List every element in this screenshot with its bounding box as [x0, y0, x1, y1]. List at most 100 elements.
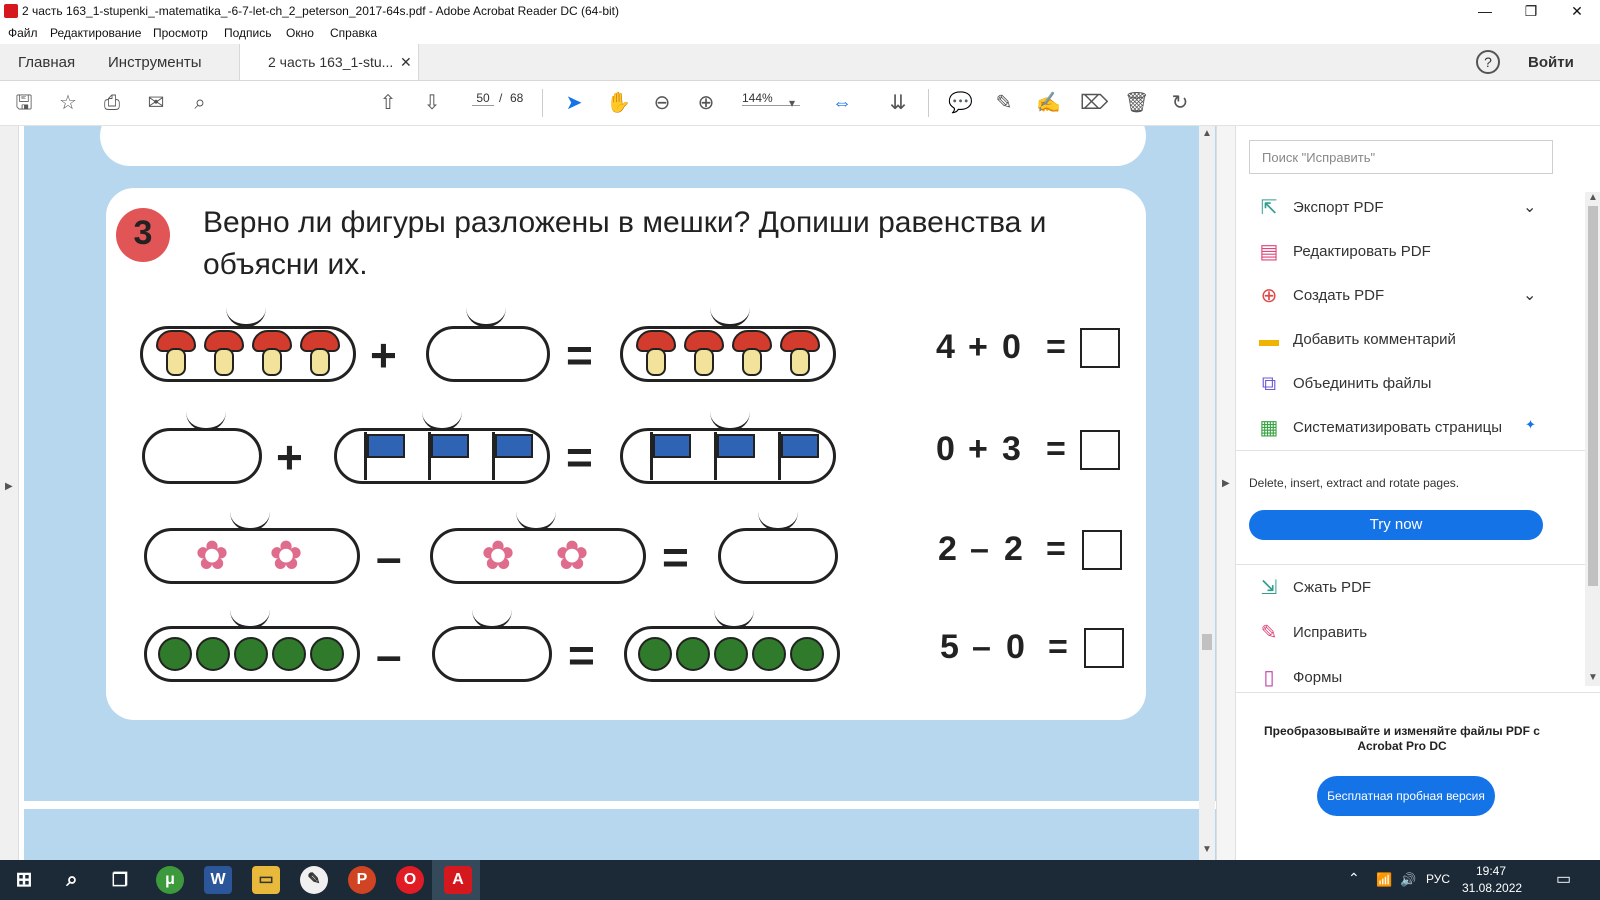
acrobat-icon[interactable]: A — [444, 866, 472, 894]
star-icon[interactable]: ☆ — [56, 91, 80, 115]
tab-tools[interactable]: Инструменты — [108, 54, 202, 71]
expand-left-icon[interactable]: ▶ — [5, 481, 13, 492]
tools-scrollbar[interactable]: ▲ ▼ — [1585, 192, 1600, 686]
sign-icon[interactable]: ✍ — [1036, 91, 1061, 115]
flower-icon: ✿ — [195, 534, 229, 578]
mushroom — [204, 330, 244, 380]
save-icon[interactable]: 🖫 — [12, 91, 36, 115]
help-icon[interactable]: ? — [1476, 50, 1500, 74]
print-icon[interactable]: ⎙ — [100, 91, 124, 115]
scroll-thumb[interactable] — [1202, 634, 1212, 650]
tab-document[interactable]: 2 часть 163_1-stu... ✕ — [239, 44, 419, 80]
delete-icon[interactable]: 🗑 — [1124, 91, 1149, 115]
bag-empty — [142, 428, 262, 484]
hand-tool-icon[interactable]: ✋ — [606, 91, 631, 115]
tool-label: Создать PDF — [1293, 287, 1385, 304]
edit-text-icon[interactable]: ⌦ — [1080, 91, 1108, 115]
left-panel-toggle[interactable]: ▶ — [0, 126, 19, 860]
answer-box — [1084, 628, 1124, 668]
free-trial-button[interactable]: Бесплатная пробная версия — [1317, 776, 1495, 816]
maximize-button[interactable]: ❐ — [1508, 0, 1554, 24]
tool-label: Объединить файлы — [1293, 375, 1432, 392]
volume-icon[interactable]: 🔊 — [1400, 872, 1416, 888]
search-icon[interactable]: ⌕ — [58, 866, 86, 894]
rotate-icon[interactable]: ↻ — [1168, 91, 1192, 115]
task-text: Верно ли фигуры разложены в мешки? Допиш… — [203, 206, 1047, 281]
paint-icon[interactable]: ✎ — [300, 866, 328, 894]
menu-help[interactable]: Справка — [330, 26, 377, 40]
menu-file[interactable]: Файл — [8, 26, 38, 40]
comment-icon[interactable]: 💬 — [948, 91, 973, 115]
file-explorer-icon[interactable]: ▭ — [252, 866, 280, 894]
tool-label: Добавить комментарий — [1293, 331, 1456, 348]
page-up-icon[interactable]: ⇧ — [376, 91, 400, 115]
tool-label: Исправить — [1293, 624, 1368, 641]
scroll-up-icon[interactable]: ▲ — [1202, 128, 1212, 139]
word-icon[interactable]: W — [204, 866, 232, 894]
task-view-icon[interactable]: ❐ — [106, 866, 134, 894]
fit-page-icon[interactable]: ⇔ — [830, 91, 854, 115]
search-zoom-icon[interactable]: ⌕ — [188, 91, 212, 115]
mail-icon[interactable]: ✉ — [144, 91, 168, 115]
select-cursor-icon[interactable]: ➤ — [562, 91, 586, 115]
tab-document-label: 2 часть 163_1-stu... — [268, 54, 394, 70]
document-scrollbar[interactable]: ▲ ▼ — [1199, 126, 1215, 860]
windows-start-icon[interactable]: ⊞ — [10, 866, 38, 894]
equation-right: 0 — [1006, 628, 1025, 666]
edit-pdf-icon: ▤ — [1259, 241, 1279, 263]
chevron-down-icon[interactable]: ⌄ — [1523, 197, 1536, 217]
network-icon[interactable]: 📶 — [1376, 872, 1392, 888]
powerpoint-icon[interactable]: P — [348, 866, 376, 894]
signin-button[interactable]: Войти — [1528, 54, 1574, 71]
menu-edit[interactable]: Редактирование — [50, 26, 141, 40]
flag — [712, 432, 758, 480]
menu-sign[interactable]: Подпись — [224, 26, 272, 40]
language-indicator[interactable]: РУС — [1426, 872, 1450, 886]
fix-icon: ✎ — [1260, 622, 1278, 644]
ball — [310, 637, 344, 671]
title-bar: 2 часть 163_1-stupenki_-matematika_-6-7-… — [0, 0, 1600, 24]
tab-bar: Главная Инструменты 2 часть 163_1-stu...… — [0, 44, 1600, 81]
ball — [234, 637, 268, 671]
clock-date[interactable]: 31.08.2022 — [1462, 881, 1522, 895]
search-input[interactable]: Поиск "Исправить" — [1249, 140, 1553, 174]
collapse-right-icon[interactable]: ▶ — [1222, 478, 1230, 489]
panel-divider — [1235, 564, 1600, 565]
promo-text: Преобразовывайте и изменяйте файлы PDF с… — [1264, 724, 1540, 753]
scroll-thumb[interactable] — [1588, 206, 1598, 586]
menu-window[interactable]: Окно — [286, 26, 314, 40]
ball — [158, 637, 192, 671]
scroll-down-icon[interactable]: ▼ — [1588, 672, 1598, 683]
ball — [790, 637, 824, 671]
chevron-down-icon[interactable]: ⌄ — [1523, 285, 1536, 305]
equation-op: – — [970, 530, 989, 568]
menu-view[interactable]: Просмотр — [153, 26, 208, 40]
minimize-button[interactable]: — — [1462, 0, 1508, 24]
page-down-icon[interactable]: ⇩ — [420, 91, 444, 115]
tool-label: Сжать PDF — [1293, 579, 1372, 596]
highlight-pen-icon[interactable]: ✎ — [992, 91, 1016, 115]
scroll-down-icon[interactable]: ▼ — [1202, 844, 1212, 855]
create-pdf-icon: ⊕ — [1260, 285, 1278, 307]
opera-icon[interactable]: O — [396, 866, 424, 894]
collapse-pane-toggle[interactable]: ▶ — [1217, 126, 1236, 860]
tab-home[interactable]: Главная — [18, 54, 75, 71]
close-tab-icon[interactable]: ✕ — [400, 54, 412, 71]
utorrent-icon[interactable]: μ — [156, 866, 184, 894]
zoom-in-icon[interactable]: ⊕ — [694, 91, 718, 115]
close-window-button[interactable]: ✕ — [1554, 0, 1600, 24]
equation-equals: = — [1046, 430, 1066, 468]
try-now-button[interactable]: Try now — [1249, 510, 1543, 540]
clock-time[interactable]: 19:47 — [1476, 864, 1506, 878]
document-view[interactable]: 3 Верно ли фигуры разложены в мешки? Доп… — [19, 126, 1219, 860]
zoom-out-icon[interactable]: ⊖ — [650, 91, 674, 115]
page-number-input[interactable]: 50 — [472, 91, 494, 106]
scroll-up-icon[interactable]: ▲ — [1588, 192, 1598, 203]
scroll-mode-icon[interactable]: ⇊ — [886, 91, 910, 115]
zoom-dropdown-icon[interactable]: ▾ — [780, 91, 804, 115]
equals-sign: = — [566, 431, 593, 483]
flower-icon: ✿ — [481, 534, 515, 578]
organize-icon: ▦ — [1259, 417, 1279, 439]
chevron-up-icon[interactable]: ⌃ — [1348, 870, 1360, 887]
notifications-icon[interactable]: ▭ — [1556, 869, 1571, 889]
